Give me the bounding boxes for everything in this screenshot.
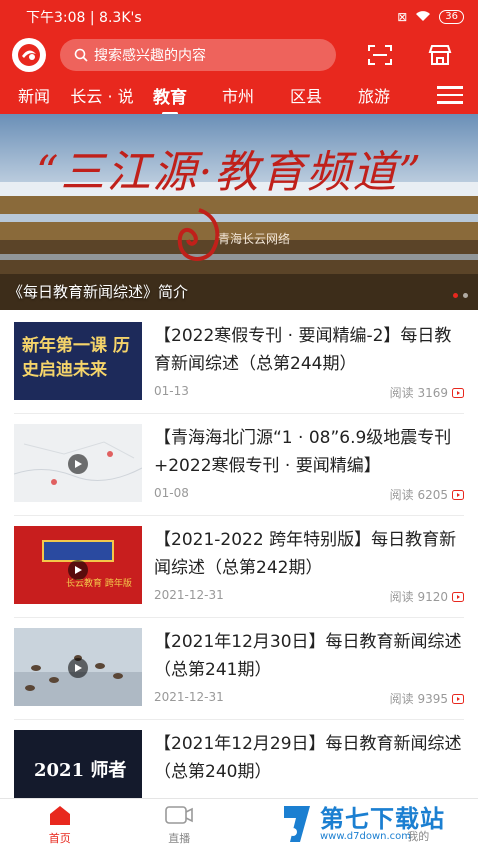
status-time: 下午3:08 | 8.3K's — [26, 10, 142, 26]
list-item[interactable]: 新年第一课 历史启迪未来 【2022寒假专刊 · 要闻精编-2】每日教育新闻综述… — [14, 312, 464, 414]
menu-icon[interactable] — [422, 76, 478, 114]
article-thumbnail: 长云教育 跨年版 — [14, 526, 142, 604]
thumbnail-text: 新年第一课 历史启迪未来 — [22, 336, 130, 380]
battery-icon: 36 — [439, 10, 464, 24]
list-item[interactable]: 【2021年12月30日】每日教育新闻综述（总第241期） 2021-12-31… — [14, 618, 464, 720]
article-date: 01-08 — [154, 486, 189, 500]
article-reads: 阅读 9120 — [389, 590, 448, 604]
dnd-icon: ⊠ — [397, 10, 408, 24]
article-date: 01-13 — [154, 384, 189, 398]
video-icon — [452, 591, 464, 602]
banner-carousel[interactable]: “三江源·教育频道” 青海长云网络 《每日教育新闻综述》简介 — [0, 114, 478, 310]
video-icon — [452, 489, 464, 500]
nav-live[interactable]: 直播 — [120, 799, 240, 850]
banner-title: “三江源·教育频道” — [36, 147, 423, 198]
article-reads: 阅读 9395 — [389, 692, 448, 706]
search-icon — [74, 48, 88, 62]
play-icon — [68, 560, 88, 580]
article-title: 【2021-2022 跨年特别版】每日教育新闻综述（总第242期） — [154, 530, 457, 578]
article-date: 2021-12-31 — [154, 690, 224, 704]
status-bar: 下午3:08 | 8.3K's ⊠ 36 — [0, 0, 478, 34]
article-title: 【2021年12月30日】每日教育新闻综述（总第241期） — [154, 632, 462, 680]
article-thumbnail: 2021 师者 — [14, 730, 142, 808]
banner-caption: 《每日教育新闻综述》简介 — [8, 283, 189, 301]
nav-live-label: 直播 — [168, 831, 191, 845]
search-placeholder: 搜索感兴趣的内容 — [94, 48, 206, 64]
scan-icon[interactable] — [364, 39, 396, 71]
article-title: 【2021年12月29日】每日教育新闻综述（总第240期） — [154, 734, 462, 782]
article-thumbnail — [14, 628, 142, 706]
list-item[interactable]: 【青海海北门源“1 · 08”6.9级地震专刊+2022寒假专刊 · 要闻精编】… — [14, 414, 464, 516]
app-logo-icon[interactable] — [12, 38, 46, 72]
article-list: 新年第一课 历史启迪未来 【2022寒假专刊 · 要闻精编-2】每日教育新闻综述… — [0, 312, 478, 822]
banner-logo-text: 青海长云网络 — [218, 232, 291, 246]
article-thumbnail: 新年第一课 历史启迪未来 — [14, 322, 142, 400]
nav-home[interactable]: 首页 — [0, 799, 120, 850]
tab-county[interactable]: 区县 — [272, 83, 340, 107]
watermark-text: 第七下载站 — [320, 804, 445, 833]
home-icon — [49, 805, 70, 825]
play-icon — [68, 658, 88, 678]
tab-city[interactable]: 市州 — [204, 83, 272, 107]
watermark: 第七下载站 www.d7down.com — [280, 800, 470, 848]
channel-tabs: 新闻 长云 · 说 教育 市州 区县 旅游 — [0, 76, 478, 115]
top-bar: 搜索感兴趣的内容 — [0, 34, 478, 76]
wifi-icon — [415, 10, 431, 25]
article-reads: 阅读 6205 — [389, 488, 448, 502]
article-reads: 阅读 3169 — [389, 386, 448, 400]
store-icon[interactable] — [424, 39, 456, 71]
tab-news[interactable]: 新闻 — [0, 83, 68, 107]
carousel-dots — [453, 293, 468, 298]
search-input[interactable]: 搜索感兴趣的内容 — [60, 39, 336, 71]
play-icon — [68, 454, 88, 474]
tab-education[interactable]: 教育 — [136, 83, 204, 115]
article-date: 2021-12-31 — [154, 588, 224, 602]
article-title: 【青海海北门源“1 · 08”6.9级地震专刊+2022寒假专刊 · 要闻精编】 — [154, 428, 452, 476]
article-thumbnail — [14, 424, 142, 502]
list-item[interactable]: 长云教育 跨年版 【2021-2022 跨年特别版】每日教育新闻综述（总第242… — [14, 516, 464, 618]
live-icon — [165, 805, 194, 824]
nav-home-label: 首页 — [48, 831, 71, 845]
video-icon — [452, 387, 464, 398]
article-title: 【2022寒假专刊 · 要闻精编-2】每日教育新闻综述（总第244期） — [154, 326, 452, 374]
video-icon — [452, 693, 464, 704]
tab-travel[interactable]: 旅游 — [340, 83, 408, 107]
thumbnail-text: 2021 师者 — [34, 760, 127, 781]
watermark-logo-icon — [284, 806, 310, 842]
tab-changyun-talk[interactable]: 长云 · 说 — [68, 83, 136, 107]
